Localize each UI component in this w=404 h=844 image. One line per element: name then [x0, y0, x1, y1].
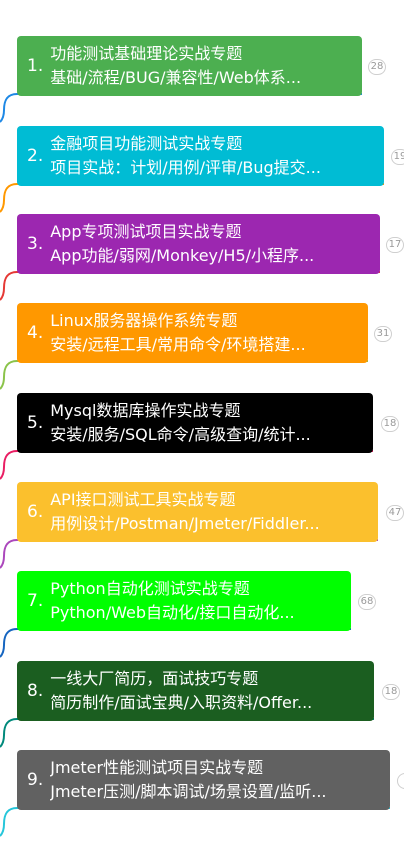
- topic-subtitle: 基础/流程/BUG/兼容性/Web体系...: [50, 68, 302, 87]
- topic-subtitle: 安装/服务/SQL命令/高级查询/统计...: [50, 425, 311, 444]
- connector-line-5: [0, 450, 373, 480]
- topic-texts: Linux服务器操作系统专题 安装/远程工具/常用命令/环境搭建...: [50, 309, 305, 357]
- topic-texts: 一线大厂简历，面试技巧专题 简历制作/面试宝典/入职资料/Offer...: [50, 667, 312, 715]
- connector-line-2: [0, 183, 384, 213]
- topic-number: 3.: [27, 234, 44, 254]
- connector-line-6: [0, 539, 378, 569]
- topic-number: 6.: [27, 502, 44, 522]
- topic-number: 5.: [27, 413, 44, 433]
- topic-texts: Python自动化测试实战专题 Python/Web自动化/接口自动化...: [50, 577, 294, 625]
- topic-subtitle: Python/Web自动化/接口自动化...: [50, 603, 295, 622]
- topic-node-6[interactable]: 6. API接口测试工具实战专题 用例设计/Postman/Jmeter/Fid…: [17, 482, 378, 542]
- topic-title: Mysql数据库操作实战专题: [50, 401, 241, 420]
- child-count-badge[interactable]: 47: [386, 505, 404, 521]
- topic-number: 1.: [27, 56, 44, 76]
- connector-line-1: [0, 93, 362, 123]
- topic-title: Jmeter性能测试项目实战专题: [50, 758, 264, 777]
- topic-subtitle: 简历制作/面试宝典/入职资料/Offer...: [50, 693, 313, 712]
- topic-texts: App专项测试项目实战专题 App功能/弱网/Monkey/H5/小程序...: [50, 220, 314, 268]
- topic-title: App专项测试项目实战专题: [50, 222, 242, 241]
- connector-line-3: [0, 271, 380, 301]
- topic-number: 9.: [27, 770, 44, 790]
- topic-texts: 金融项目功能测试实战专题 项目实战：计划/用例/评审/Bug提交...: [50, 132, 321, 180]
- child-count-badge[interactable]: 68: [358, 594, 376, 610]
- topic-title: Linux服务器操作系统专题: [50, 311, 238, 330]
- topic-title: API接口测试工具实战专题: [50, 490, 236, 509]
- mindmap-canvas: 1. 功能测试基础理论实战专题 基础/流程/BUG/兼容性/Web体系... 2…: [0, 0, 404, 844]
- topic-title: 金融项目功能测试实战专题: [50, 134, 243, 153]
- topic-node-8[interactable]: 8. 一线大厂简历，面试技巧专题 简历制作/面试宝典/入职资料/Offer...: [17, 661, 374, 721]
- child-count-badge[interactable]: 28: [368, 59, 386, 75]
- topic-texts: 功能测试基础理论实战专题 基础/流程/BUG/兼容性/Web体系...: [50, 42, 301, 90]
- child-count-badge[interactable]: 31: [374, 326, 392, 342]
- connector-line-9: [0, 807, 390, 837]
- topic-node-7[interactable]: 7. Python自动化测试实战专题 Python/Web自动化/接口自动化..…: [17, 571, 351, 631]
- topic-number: 7.: [27, 591, 44, 611]
- topic-subtitle: 安装/远程工具/常用命令/环境搭建...: [50, 335, 306, 354]
- topic-texts: Jmeter性能测试项目实战专题 Jmeter压测/脚本调试/场景设置/监听..…: [50, 756, 326, 804]
- topic-subtitle: App功能/弱网/Monkey/H5/小程序...: [50, 246, 315, 265]
- topic-title: 功能测试基础理论实战专题: [50, 44, 243, 63]
- child-count-badge[interactable]: 17: [386, 237, 404, 253]
- topic-texts: Mysql数据库操作实战专题 安装/服务/SQL命令/高级查询/统计...: [50, 399, 311, 447]
- topic-title: 一线大厂简历，面试技巧专题: [50, 669, 259, 688]
- topic-texts: API接口测试工具实战专题 用例设计/Postman/Jmeter/Fiddle…: [50, 488, 319, 536]
- child-count-badge[interactable]: 18: [382, 684, 400, 700]
- connector-line-4: [0, 360, 368, 390]
- connector-line-7: [0, 628, 351, 658]
- topic-node-1[interactable]: 1. 功能测试基础理论实战专题 基础/流程/BUG/兼容性/Web体系...: [17, 36, 362, 96]
- topic-subtitle: 用例设计/Postman/Jmeter/Fiddler...: [50, 514, 320, 533]
- child-count-badge[interactable]: 18: [381, 416, 399, 432]
- topic-number: 8.: [27, 681, 44, 701]
- topic-subtitle: Jmeter压测/脚本调试/场景设置/监听...: [50, 782, 327, 801]
- topic-number: 2.: [27, 146, 44, 166]
- topic-subtitle: 项目实战：计划/用例/评审/Bug提交...: [50, 158, 321, 177]
- topic-number: 4.: [27, 323, 44, 343]
- child-count-badge[interactable]: 1: [397, 773, 404, 789]
- topic-node-3[interactable]: 3. App专项测试项目实战专题 App功能/弱网/Monkey/H5/小程序.…: [17, 214, 380, 274]
- child-count-badge[interactable]: 19: [391, 149, 404, 165]
- topic-node-5[interactable]: 5. Mysql数据库操作实战专题 安装/服务/SQL命令/高级查询/统计...: [17, 393, 373, 453]
- connector-line-8: [0, 718, 374, 748]
- topic-node-4[interactable]: 4. Linux服务器操作系统专题 安装/远程工具/常用命令/环境搭建...: [17, 303, 368, 363]
- topic-node-9[interactable]: 9. Jmeter性能测试项目实战专题 Jmeter压测/脚本调试/场景设置/监…: [17, 750, 390, 810]
- topic-node-2[interactable]: 2. 金融项目功能测试实战专题 项目实战：计划/用例/评审/Bug提交...: [17, 126, 384, 186]
- topic-title: Python自动化测试实战专题: [50, 579, 250, 598]
